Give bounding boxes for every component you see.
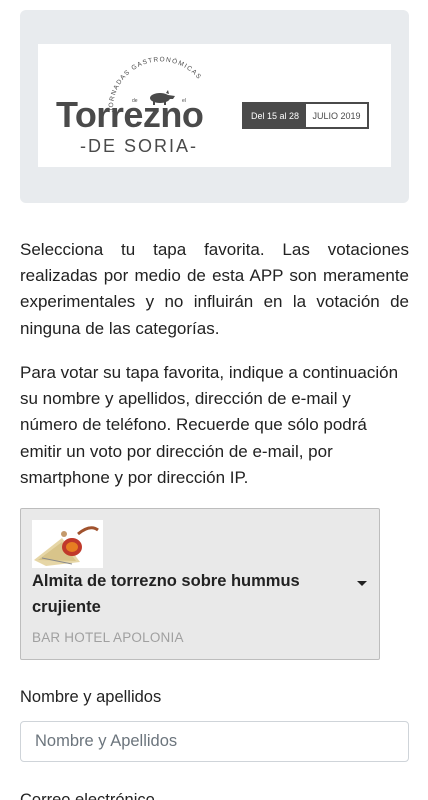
date-range: Del 15 al 28	[244, 104, 306, 127]
date-badge: Del 15 al 28 JULIO 2019	[242, 102, 369, 129]
intro-paragraph-1: Selecciona tu tapa favorita. Las votacio…	[20, 240, 409, 338]
selected-tapa-name: Almita de torrezno sobre hummus crujient…	[32, 572, 300, 616]
event-logo: JORNADAS GASTRONÓMICAS de el Torrezno -D…	[38, 44, 391, 167]
tapa-select[interactable]: Almita de torrezno sobre hummus crujient…	[20, 508, 380, 660]
dropdown-caret-icon[interactable]	[357, 581, 367, 586]
intro-paragraph-2: Para votar su tapa favorita, indique a c…	[20, 363, 399, 487]
tapa-photo-icon	[32, 520, 103, 568]
name-label: Nombre y apellidos	[20, 688, 162, 706]
date-month-year: JULIO 2019	[312, 110, 361, 121]
email-label: Correo electrónico	[20, 791, 155, 800]
banner-card: JORNADAS GASTRONÓMICAS de el Torrezno -D…	[20, 10, 409, 203]
selected-tapa-bar: BAR HOTEL APOLONIA	[32, 630, 184, 645]
logo-title: Torrezno	[56, 94, 204, 135]
name-input[interactable]	[20, 721, 409, 762]
logo-subtitle: -DE SORIA-	[80, 136, 199, 156]
